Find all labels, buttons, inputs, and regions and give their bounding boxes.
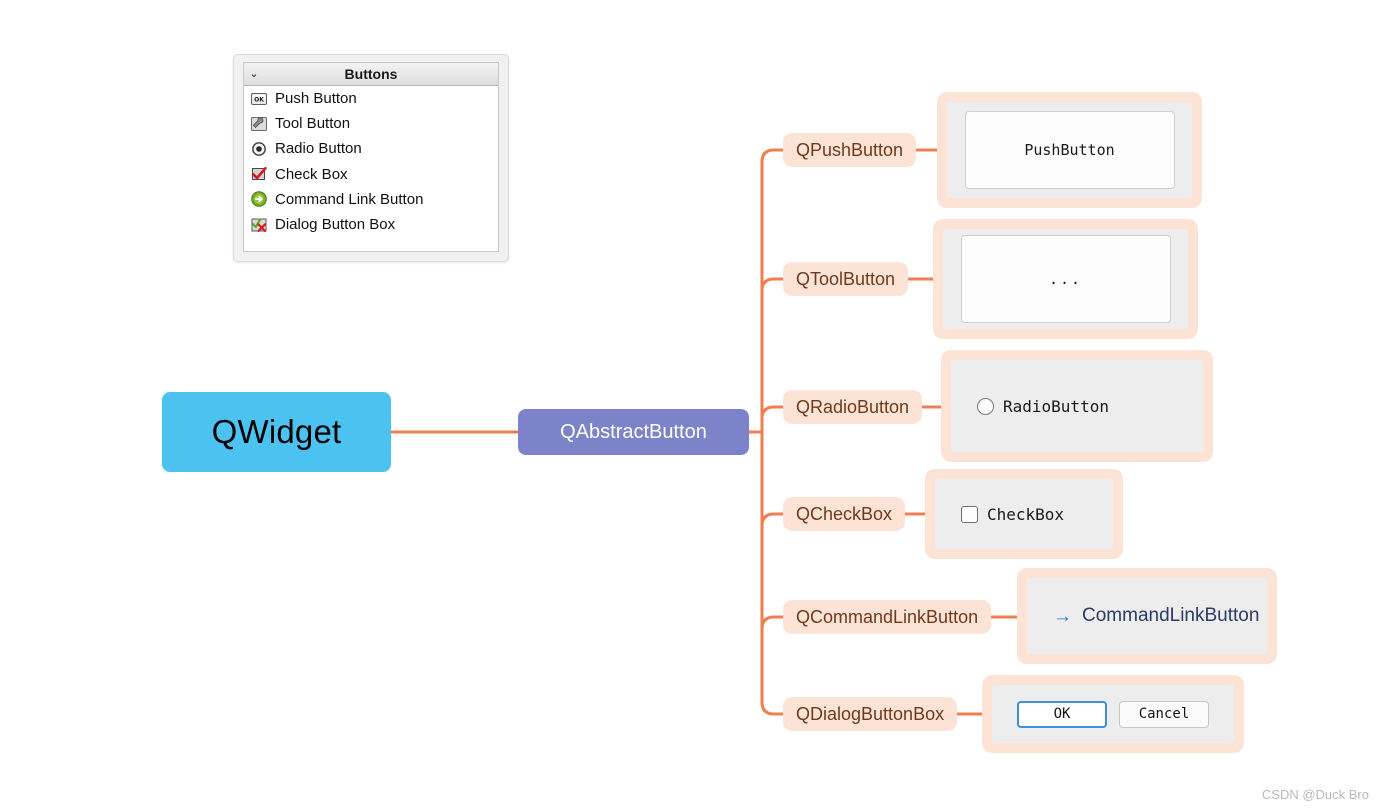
widget-box-item-command-link-button[interactable]: Command Link Button — [244, 187, 498, 212]
node-qabstractbutton-label: QAbstractButton — [560, 420, 707, 443]
widget-preview-qtoolbutton: ... — [933, 219, 1198, 339]
qt-radio-button-label: RadioButton — [1003, 396, 1109, 416]
branch-label-qradiobutton[interactable]: QRadioButton — [783, 390, 923, 424]
widget-box-item-label: Command Link Button — [275, 190, 424, 208]
widget-box-item-label: Push Button — [275, 90, 357, 108]
widget-preview-surface: RadioButton — [951, 360, 1203, 452]
dialog-button-box-icon — [250, 216, 268, 234]
node-qwidget[interactable]: QWidget — [162, 392, 391, 472]
widget-box-panel: ⌄ Buttons OK Push Button Tool Button Rad… — [233, 54, 509, 262]
branch-label-text: QCheckBox — [796, 503, 893, 524]
widget-preview-surface: ... — [943, 229, 1188, 329]
widget-box-item-check-box[interactable]: Check Box — [244, 162, 498, 187]
radio-button-icon — [250, 140, 268, 158]
dialog-ok-button[interactable]: OK — [1017, 700, 1107, 728]
branch-label-qcheckbox[interactable]: QCheckBox — [783, 497, 906, 531]
widget-box-item-push-button[interactable]: OK Push Button — [244, 86, 498, 111]
qt-radio-button[interactable]: RadioButton — [977, 397, 1109, 416]
widget-preview-qradiobutton: RadioButton — [941, 350, 1213, 462]
widget-box-list: ⌄ Buttons OK Push Button Tool Button Rad… — [243, 62, 499, 252]
widget-preview-qcheckbox: CheckBox — [925, 469, 1123, 559]
qt-tool-button-label: ... — [1048, 270, 1083, 288]
widget-preview-qdialogbuttonbox: OK Cancel — [982, 675, 1244, 753]
widget-box-item-dialog-button-box[interactable]: Dialog Button Box — [244, 212, 498, 237]
widget-box-item-label: Check Box — [275, 165, 348, 183]
widget-box-item-label: Tool Button — [275, 115, 351, 133]
branch-label-text: QCommandLinkButton — [796, 606, 979, 627]
branch-label-text: QDialogButtonBox — [796, 703, 945, 724]
qt-command-link-button-label: CommandLinkButton — [1082, 605, 1260, 626]
widget-preview-qcommandlinkbutton: → CommandLinkButton — [1017, 568, 1277, 664]
branch-label-qtoolbutton[interactable]: QToolButton — [783, 262, 909, 296]
widget-box-category-title: Buttons — [344, 66, 398, 82]
push-button-icon: OK — [250, 90, 268, 108]
qt-push-button-label: PushButton — [1024, 141, 1115, 159]
node-qabstractbutton[interactable]: QAbstractButton — [518, 409, 749, 455]
checkbox-indicator-icon — [961, 505, 978, 523]
branch-label-qpushbutton[interactable]: QPushButton — [783, 133, 917, 167]
check-box-icon — [250, 165, 268, 183]
branch-label-text: QRadioButton — [796, 396, 910, 417]
qt-tool-button[interactable]: ... — [960, 235, 1171, 323]
command-link-button-icon — [250, 190, 268, 208]
widget-box-item-tool-button[interactable]: Tool Button — [244, 111, 498, 136]
branch-label-text: QPushButton — [796, 139, 904, 160]
radio-indicator-icon — [977, 397, 994, 415]
branch-label-text: QToolButton — [796, 268, 896, 289]
tool-button-icon — [250, 115, 268, 133]
widget-preview-surface: OK Cancel — [992, 685, 1234, 743]
qt-command-link-button[interactable]: → CommandLinkButton — [1053, 605, 1259, 627]
widget-box-item-label: Dialog Button Box — [275, 216, 396, 234]
watermark: CSDN @Duck Bro — [1261, 787, 1369, 802]
widget-preview-qpushbutton: PushButton — [937, 92, 1202, 208]
qt-check-box[interactable]: CheckBox — [961, 505, 1064, 524]
widget-box-category-header[interactable]: ⌄ Buttons — [244, 63, 498, 86]
widget-preview-surface: → CommandLinkButton — [1027, 578, 1267, 654]
node-qwidget-label: QWidget — [211, 413, 342, 450]
arrow-right-icon: → — [1053, 605, 1072, 627]
qt-check-box-label: CheckBox — [987, 504, 1065, 524]
widget-preview-surface: PushButton — [947, 102, 1192, 198]
widget-box-item-label: Radio Button — [275, 140, 362, 158]
widget-preview-surface: CheckBox — [935, 479, 1113, 549]
dialog-cancel-button[interactable]: Cancel — [1119, 700, 1209, 728]
branch-label-qcommandlinkbutton[interactable]: QCommandLinkButton — [783, 600, 992, 634]
diagram-canvas: QWidget QAbstractButton QPushButton QToo… — [0, 0, 1383, 810]
svg-text:OK: OK — [254, 96, 264, 103]
qt-dialog-button-box: OK Cancel — [1017, 700, 1209, 728]
branch-label-qdialogbuttonbox[interactable]: QDialogButtonBox — [783, 697, 958, 731]
qt-push-button[interactable]: PushButton — [964, 111, 1175, 189]
widget-box-item-radio-button[interactable]: Radio Button — [244, 136, 498, 161]
dialog-cancel-button-label: Cancel — [1138, 706, 1190, 722]
dialog-ok-button-label: OK — [1053, 706, 1071, 722]
